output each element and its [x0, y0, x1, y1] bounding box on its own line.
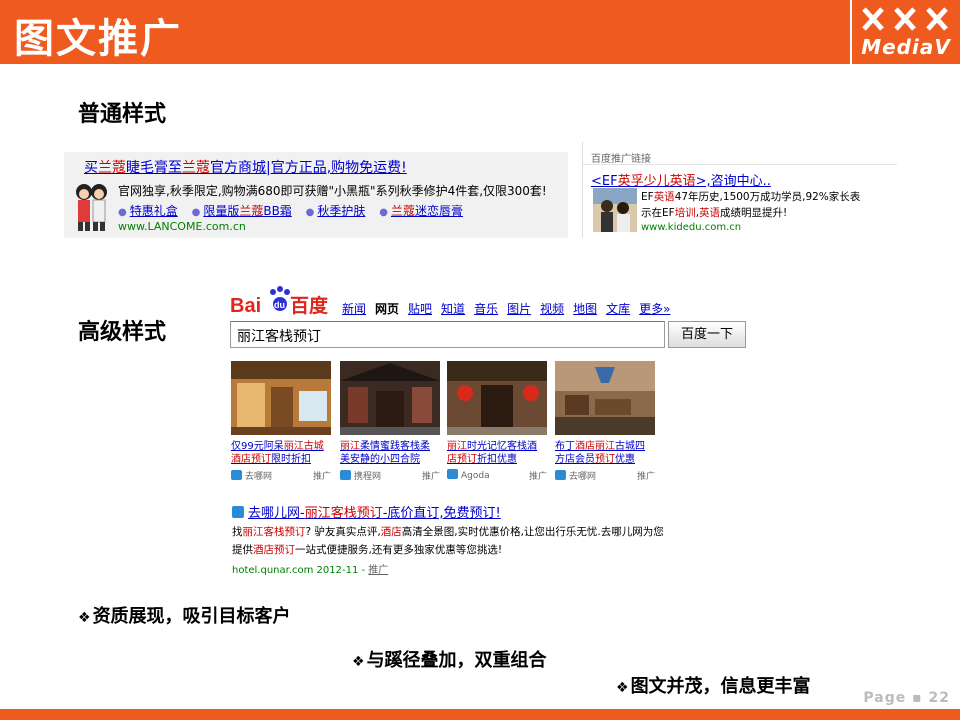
hotel-card[interactable]: 仅99元阿呆丽江古城 酒店预订限时折扣 去哪网 推广	[231, 361, 331, 482]
promo-label[interactable]: 推广	[368, 565, 388, 576]
header-bar: 图文推广 MediaV	[0, 0, 960, 64]
normal-ad-ef: 百度推广链接 <EF英孚少儿英语>,咨询中心.. EF英语47年历史,1500万…	[582, 142, 897, 238]
logo-text: MediaV	[861, 35, 951, 59]
nav-wenku[interactable]: 文库	[606, 302, 630, 316]
sublink-gift-box[interactable]: 特惠礼盒	[130, 204, 178, 218]
bullet-icon: ●	[305, 207, 315, 218]
card-source: 去哪网	[231, 469, 272, 482]
ad-url[interactable]: www.LANCOME.com.cn	[118, 220, 246, 233]
ad-sublinks: ● 特惠礼盒 ● 限量版兰蔻BB霜 ● 秋季护肤 ● 兰蔻迷恋唇膏	[118, 202, 473, 219]
ad-description-line2: 示在EF培训,英语成绩明显提升!	[641, 207, 788, 219]
hotel-photo	[447, 361, 547, 435]
ad-description-line1: EF英语47年历史,1500万成功学员,92%家长表	[641, 191, 861, 203]
promo-label: 推广	[312, 472, 331, 482]
bullet-icon: ●	[191, 207, 201, 218]
qunar-icon	[232, 506, 244, 518]
hotel-photo	[555, 361, 655, 435]
mediav-logo-icon	[862, 7, 948, 31]
sublink-lipstick[interactable]: 兰蔻迷恋唇膏	[391, 204, 463, 218]
site-icon	[555, 470, 566, 480]
nav-web[interactable]: 网页	[375, 302, 399, 316]
baidu-logo-cn: 百度	[290, 294, 329, 317]
paw-icon: du	[270, 286, 290, 311]
nav-tieba[interactable]: 贴吧	[408, 302, 432, 316]
sublink-bb-cream[interactable]: 限量版兰蔻BB霜	[203, 204, 292, 218]
diamond-bullet-icon: ❖	[352, 654, 365, 670]
card-source: 携程网	[340, 469, 381, 482]
point-3: ❖ 图文并茂，信息更丰富	[616, 676, 811, 697]
qunar-desc-line1: 找丽江客栈预订? 驴友真实点评,酒店高清全景图,实时优惠价格,让您出行乐无忧.去…	[232, 526, 664, 538]
section-advanced-heading: 高级样式	[78, 320, 167, 345]
point-1: ❖ 资质展现，吸引目标客户	[78, 606, 291, 627]
nav-news[interactable]: 新闻	[342, 302, 366, 316]
site-icon	[340, 470, 351, 480]
promo-label: 推广	[636, 472, 655, 482]
slide-title: 图文推广	[14, 16, 182, 62]
qunar-url[interactable]: hotel.qunar.com 2012-11 - 推广	[232, 561, 672, 576]
baidu-logo-bai: Bai	[230, 295, 261, 317]
section-normal-heading: 普通样式	[78, 102, 167, 127]
card-source: Agoda	[447, 469, 490, 481]
point-2: ❖ 与蹊径叠加，双重组合	[352, 650, 547, 671]
card-title[interactable]: 布丁酒店丽江古城四 方店会员预订优惠	[555, 440, 655, 466]
qunar-desc-line2: 提供酒店预订一站式便捷服务,还有更多独家优惠等您挑选!	[232, 544, 503, 556]
search-button[interactable]: 百度一下	[668, 321, 746, 348]
nav-more[interactable]: 更多»	[639, 302, 670, 316]
card-title[interactable]: 丽江柔情蜜践客栈柔 美安静的小四合院	[340, 440, 440, 466]
page-number: Page ▪ 22	[863, 690, 950, 706]
site-icon	[447, 469, 458, 479]
hotel-photo	[340, 361, 440, 435]
diamond-bullet-icon: ❖	[616, 680, 629, 696]
search-input[interactable]: 丽江客栈预订	[230, 321, 665, 348]
ad-description: 官网独享,秋季限定,购物满680即可获赠"小黑瓶"系列秋季修护4件套,仅限300…	[118, 184, 547, 198]
diamond-bullet-icon: ❖	[78, 610, 91, 626]
card-title[interactable]: 丽江时光记忆客栈酒 店预订折扣优惠	[447, 440, 547, 466]
ad-label: 百度推广链接	[591, 154, 651, 165]
qunar-title-link[interactable]: 去哪儿网-丽江客栈预订-底价直订,免费预订!	[232, 502, 672, 521]
hotel-card[interactable]: 丽江时光记忆客栈酒 店预订折扣优惠 Agoda 推广	[447, 361, 547, 482]
ad-title-link[interactable]: <EF英孚少儿英语>,咨询中心..	[591, 170, 771, 189]
nav-video[interactable]: 视频	[540, 302, 564, 316]
nav-zhidao[interactable]: 知道	[441, 302, 465, 316]
footer-bar	[0, 709, 960, 720]
site-icon	[231, 470, 242, 480]
hotel-photo	[231, 361, 331, 435]
mediav-logo: MediaV	[850, 0, 960, 64]
baidu-nav: 新闻 网页 贴吧 知道 音乐 图片 视频 地图 文库 更多»	[342, 300, 679, 317]
hotel-card[interactable]: 丽江柔情蜜践客栈柔 美安静的小四合院 携程网 推广	[340, 361, 440, 482]
couple-avatar-image	[72, 178, 110, 232]
ad-title-link[interactable]: 买兰蔻睫毛膏至兰蔻官方商城|官方正品,购物免运费!	[84, 157, 407, 177]
card-title[interactable]: 仅99元阿呆丽江古城 酒店预订限时折扣	[231, 440, 331, 466]
baidu-logo[interactable]: Bai du 百度	[230, 284, 332, 320]
card-source: 去哪网	[555, 469, 596, 482]
qunar-ad: 去哪儿网-丽江客栈预订-底价直订,免费预订! 找丽江客栈预订? 驴友真实点评,酒…	[232, 502, 672, 576]
promo-label: 推广	[528, 472, 547, 482]
students-thumbnail-image	[593, 188, 637, 232]
bullet-icon: ●	[379, 207, 388, 218]
baidu-logo-du: du	[274, 300, 285, 310]
bullet-icon: ●	[118, 207, 127, 218]
sublink-autumn-care[interactable]: 秋季护肤	[317, 204, 365, 218]
nav-music[interactable]: 音乐	[474, 302, 498, 316]
nav-map[interactable]: 地图	[573, 302, 597, 316]
ad-url[interactable]: www.kidedu.com.cn	[641, 222, 741, 233]
nav-images[interactable]: 图片	[507, 302, 531, 316]
divider	[583, 164, 897, 165]
normal-ad-lancome: 买兰蔻睫毛膏至兰蔻官方商城|官方正品,购物免运费! 官网独享,秋季限定,购物满6…	[64, 152, 568, 238]
hotel-card[interactable]: 布丁酒店丽江古城四 方店会员预订优惠 去哪网 推广	[555, 361, 655, 482]
promo-label: 推广	[421, 472, 440, 482]
